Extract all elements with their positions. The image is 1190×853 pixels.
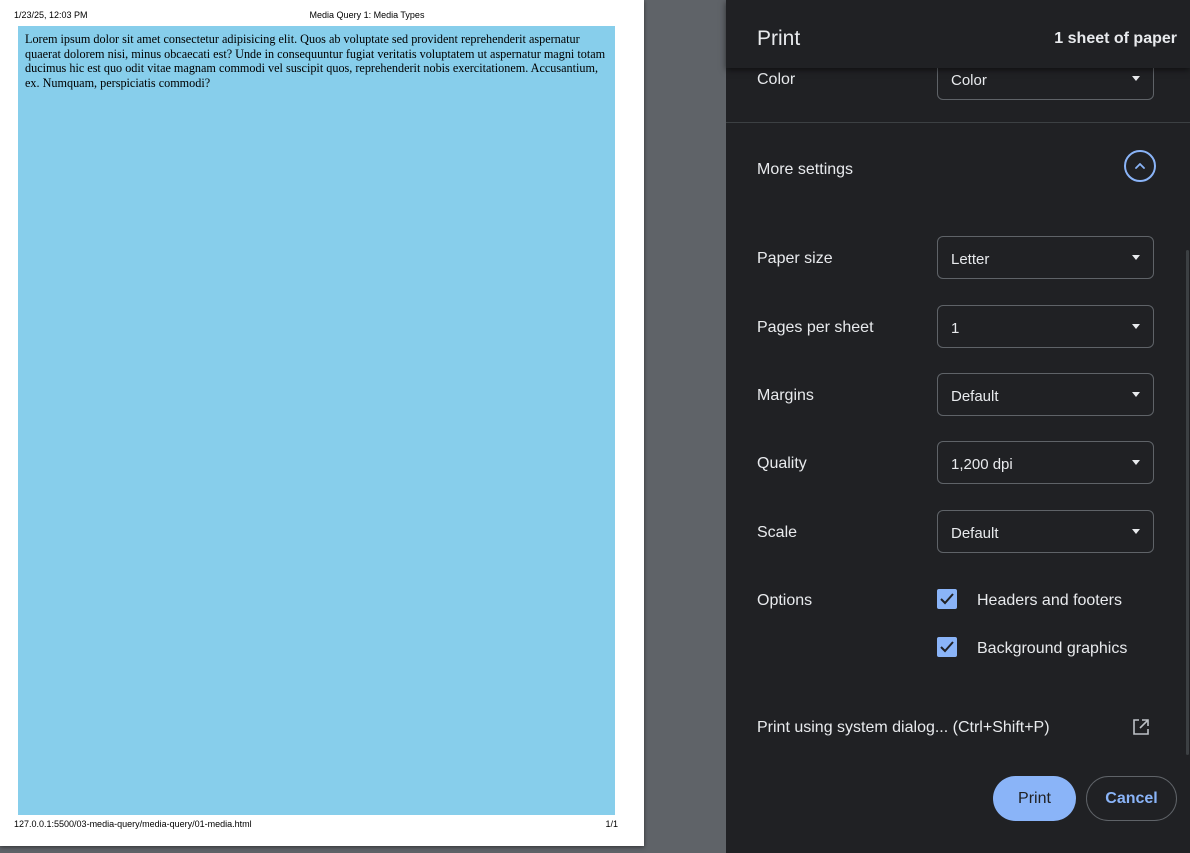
caret-down-icon xyxy=(1132,529,1140,534)
pages-per-sheet-select[interactable]: 1 xyxy=(937,305,1154,348)
print-settings-panel: Print 1 sheet of paper Color Color More … xyxy=(726,0,1190,853)
paper-size-label: Paper size xyxy=(757,250,833,267)
quality-select[interactable]: 1,200 dpi xyxy=(937,441,1154,484)
scale-select[interactable]: Default xyxy=(937,510,1154,553)
preview-footer-page: 1/1 xyxy=(605,819,618,829)
scale-label: Scale xyxy=(757,524,798,541)
quality-value: 1,200 dpi xyxy=(951,456,1013,473)
headers-footers-label[interactable]: Headers and footers xyxy=(977,592,1122,610)
caret-down-icon xyxy=(1132,324,1140,329)
caret-down-icon xyxy=(1132,392,1140,397)
system-dialog-link[interactable]: Print using system dialog... (Ctrl+Shift… xyxy=(757,719,1050,737)
headers-footers-checkbox[interactable] xyxy=(937,589,957,609)
checkmark-icon xyxy=(940,641,954,653)
background-graphics-label[interactable]: Background graphics xyxy=(977,640,1127,658)
panel-header: Print 1 sheet of paper xyxy=(726,0,1190,68)
caret-down-icon xyxy=(1132,76,1140,81)
caret-down-icon xyxy=(1132,255,1140,260)
preview-header-title: Media Query 1: Media Types xyxy=(309,10,425,20)
margins-value: Default xyxy=(951,388,999,405)
options-label: Options xyxy=(757,592,813,609)
preview-footer-url: 127.0.0.1:5500/03-media-query/media-quer… xyxy=(14,819,252,829)
more-settings-label[interactable]: More settings xyxy=(757,161,853,179)
preview-body-text: Lorem ipsum dolor sit amet consectetur a… xyxy=(25,32,606,90)
sheet-count: 1 sheet of paper xyxy=(1054,30,1177,47)
margins-select[interactable]: Default xyxy=(937,373,1154,416)
scrollbar[interactable] xyxy=(1186,250,1189,755)
panel-title: Print xyxy=(757,27,801,50)
color-label: Color xyxy=(757,71,796,88)
background-graphics-checkbox[interactable] xyxy=(937,637,957,657)
margins-label: Margins xyxy=(757,387,814,404)
print-button[interactable]: Print xyxy=(993,776,1076,821)
pages-per-sheet-label: Pages per sheet xyxy=(757,319,874,336)
preview-page: 1/23/25, 12:03 PM Media Query 1: Media T… xyxy=(0,0,644,846)
print-preview-area: 1/23/25, 12:03 PM Media Query 1: Media T… xyxy=(0,0,726,853)
preview-content: Lorem ipsum dolor sit amet consectetur a… xyxy=(18,26,615,815)
scale-value: Default xyxy=(951,525,999,542)
paper-size-select[interactable]: Letter xyxy=(937,236,1154,279)
cancel-button[interactable]: Cancel xyxy=(1086,776,1177,821)
chevron-up-icon xyxy=(1135,163,1145,169)
checkmark-icon xyxy=(940,593,954,605)
more-settings-toggle[interactable] xyxy=(1124,150,1156,182)
quality-label: Quality xyxy=(757,455,807,472)
divider xyxy=(726,122,1190,123)
paper-size-value: Letter xyxy=(951,251,990,268)
color-select-value: Color xyxy=(951,72,987,89)
open-in-new-icon[interactable] xyxy=(1132,718,1150,736)
pages-per-sheet-value: 1 xyxy=(951,320,960,337)
caret-down-icon xyxy=(1132,460,1140,465)
